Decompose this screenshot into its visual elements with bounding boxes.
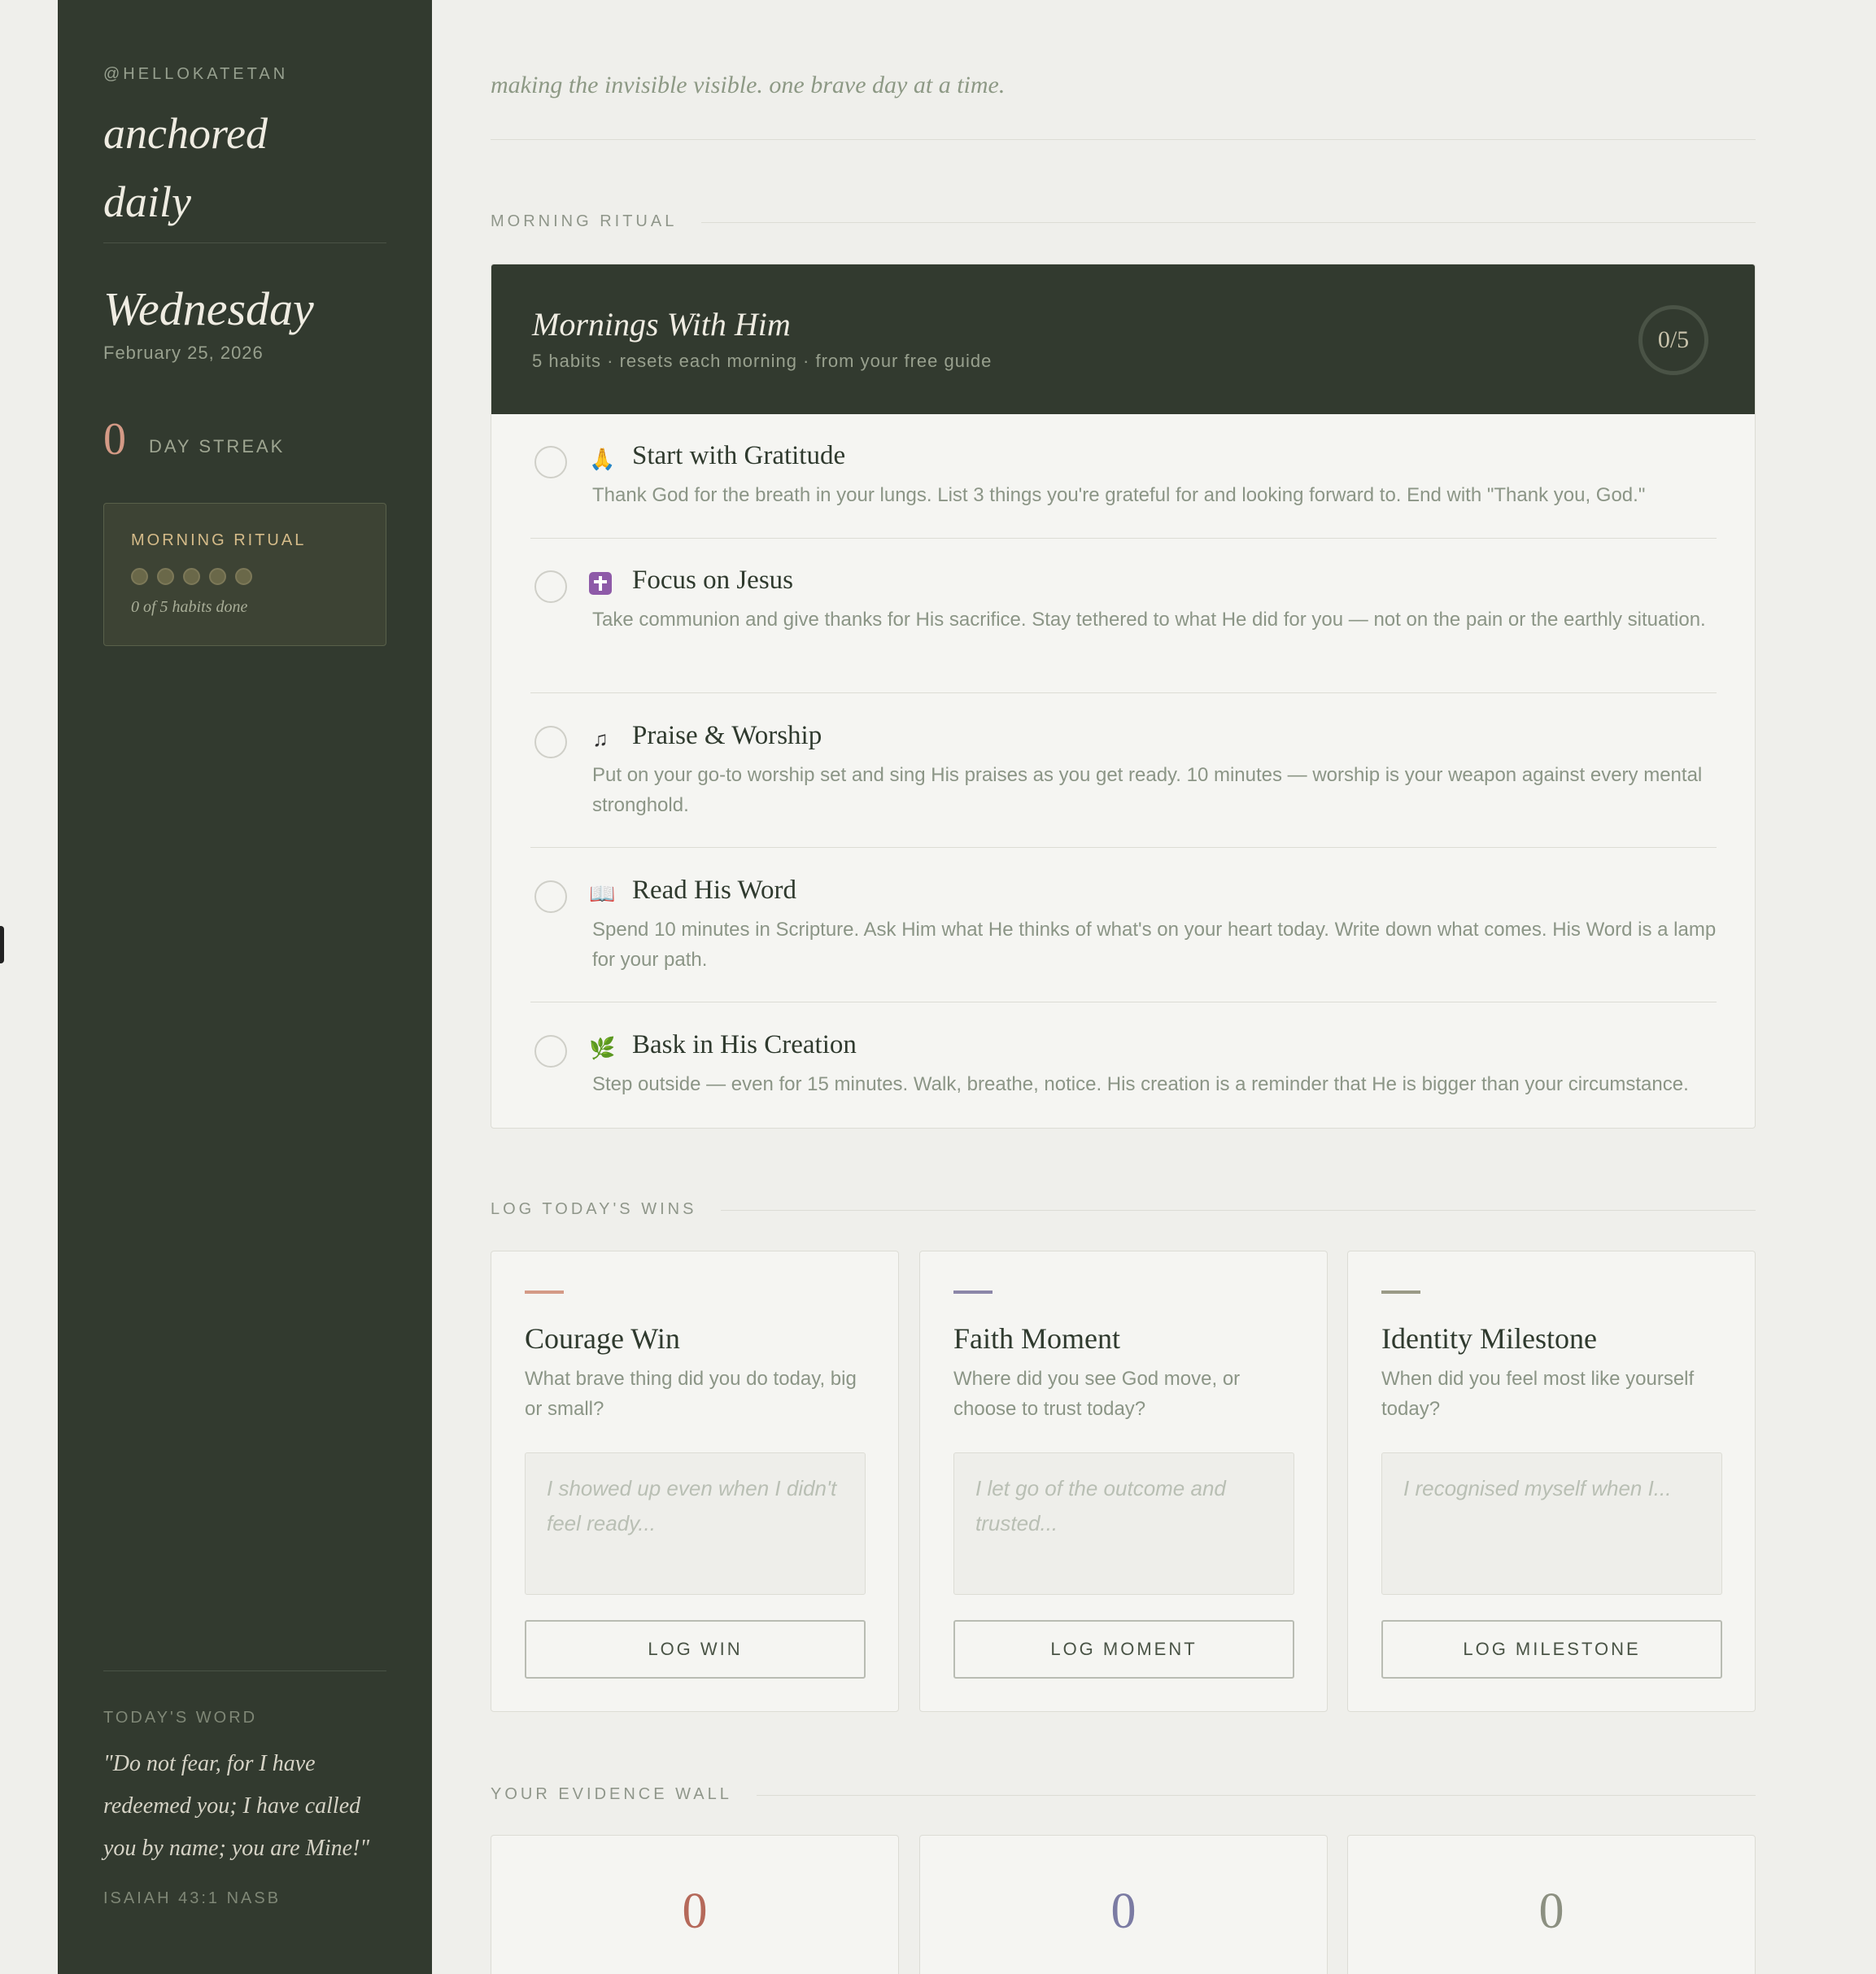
progress-dot [235, 568, 252, 585]
habit-name: Focus on Jesus [632, 566, 794, 595]
section-label-evidence: YOUR EVIDENCE WALL [491, 1785, 757, 1804]
card-accent [953, 1291, 993, 1294]
todays-word-label: TODAY'S WORD [103, 1709, 258, 1727]
cross-icon [589, 572, 612, 595]
evidence-identity-card: 0 [1347, 1835, 1756, 1974]
evidence-courage-card: 0 [491, 1835, 899, 1974]
ritual-subtitle: 5 habits · resets each morning · from yo… [532, 351, 993, 371]
herb-icon: 🌿 [589, 1036, 616, 1060]
habit-item[interactable]: 🌿 Bask in His Creation Step outside — ev… [530, 1030, 1717, 1120]
habit-name: Read His Word [632, 876, 797, 905]
win-card-title: Courage Win [525, 1322, 680, 1355]
todays-word-reference: ISAIAH 43:1 NASB [103, 1889, 281, 1907]
progress-dot [157, 568, 174, 585]
evidence-count: 0 [1110, 1884, 1137, 1939]
habit-item[interactable]: 📖 Read His Word Spend 10 minutes in Scri… [530, 876, 1717, 998]
win-card-prompt: What brave thing did you do today, big o… [525, 1368, 857, 1420]
progress-dot [131, 568, 148, 585]
ritual-progress-ring: 0/5 [1638, 305, 1708, 375]
ritual-progress-card: MORNING RITUAL 0 of 5 habits done [103, 503, 386, 646]
win-card-title: Faith Moment [953, 1322, 1120, 1355]
habit-divider [530, 692, 1717, 693]
habit-checkbox[interactable] [534, 570, 567, 603]
habit-item[interactable]: 🙏 Start with Gratitude Thank God for the… [530, 441, 1717, 531]
progress-dot [209, 568, 226, 585]
habit-divider [530, 847, 1717, 848]
section-label-wins: LOG TODAY'S WINS [491, 1200, 722, 1219]
streak-count: 0 [103, 414, 126, 465]
log-win-button[interactable]: LOG WIN [525, 1620, 866, 1679]
evidence-faith-card: 0 [919, 1835, 1328, 1974]
habit-name: Praise & Worship [632, 721, 822, 750]
habit-description: Take communion and give thanks for His s… [592, 609, 1706, 631]
faith-moment-card: Faith Moment Where did you see God move,… [919, 1251, 1328, 1712]
courage-win-card: Courage Win What brave thing did you do … [491, 1251, 899, 1712]
ritual-title: Mornings With Him [532, 306, 791, 343]
evidence-count: 0 [1538, 1884, 1564, 1939]
morning-ritual-card: Mornings With Him 5 habits · resets each… [491, 264, 1756, 1129]
identity-milestone-card: Identity Milestone When did you feel mos… [1347, 1251, 1756, 1712]
ritual-card-header: Mornings With Him 5 habits · resets each… [491, 264, 1755, 414]
praying-hands-icon: 🙏 [589, 447, 616, 471]
courage-win-input[interactable] [525, 1452, 866, 1595]
sidebar-divider [103, 242, 386, 243]
win-card-prompt: Where did you see God move, or choose to… [953, 1368, 1241, 1420]
music-note-icon: ♫ [592, 727, 609, 751]
sidebar: @HELLOKATETAN anchored daily Wednesday F… [58, 0, 432, 1974]
habit-name: Start with Gratitude [632, 441, 846, 470]
identity-milestone-input[interactable] [1381, 1452, 1722, 1595]
open-book-icon: 📖 [589, 881, 616, 906]
current-date: February 25, 2026 [103, 343, 264, 363]
habit-description: Put on your go-to worship set and sing H… [592, 764, 1703, 816]
evidence-count: 0 [682, 1884, 708, 1939]
log-moment-button[interactable]: LOG MOMENT [953, 1620, 1294, 1679]
progress-dot [183, 568, 200, 585]
page-tagline: making the invisible visible. one brave … [491, 72, 1006, 98]
ritual-progress-title: MORNING RITUAL [131, 531, 307, 549]
win-card-title: Identity Milestone [1381, 1322, 1597, 1355]
habit-name: Bask in His Creation [632, 1030, 857, 1059]
todays-word-quote: "Do not fear, for I have redeemed you; I… [103, 1751, 370, 1861]
current-weekday: Wednesday [103, 282, 314, 335]
card-accent [525, 1291, 564, 1294]
habit-checkbox[interactable] [534, 446, 567, 478]
section-label-morning: MORNING RITUAL [491, 212, 702, 231]
sidebar-divider [103, 1670, 386, 1671]
faith-moment-input[interactable] [953, 1452, 1294, 1595]
header-divider [491, 139, 1756, 140]
habit-item[interactable]: ♫ Praise & Worship Put on your go-to wor… [530, 721, 1717, 843]
ritual-progress-summary: 0 of 5 habits done [131, 598, 248, 616]
habit-checkbox[interactable] [534, 726, 567, 758]
habit-divider [530, 538, 1717, 539]
log-milestone-button[interactable]: LOG MILESTONE [1381, 1620, 1722, 1679]
win-card-prompt: When did you feel most like yourself tod… [1381, 1368, 1695, 1420]
brand-handle: @HELLOKATETAN [103, 65, 289, 83]
habit-description: Spend 10 minutes in Scripture. Ask Him w… [592, 919, 1717, 971]
card-accent [1381, 1291, 1420, 1294]
habit-description: Thank God for the breath in your lungs. … [592, 484, 1646, 506]
streak-label: DAY STREAK [149, 436, 286, 456]
edge-handle[interactable] [0, 926, 4, 963]
habit-checkbox[interactable] [534, 880, 567, 913]
ritual-progress-dots [131, 568, 252, 585]
habit-checkbox[interactable] [534, 1035, 567, 1068]
habit-item[interactable]: Focus on Jesus Take communion and give t… [530, 566, 1717, 688]
brand-title: anchored daily [103, 109, 268, 226]
habit-description: Step outside — even for 15 minutes. Walk… [592, 1073, 1689, 1095]
